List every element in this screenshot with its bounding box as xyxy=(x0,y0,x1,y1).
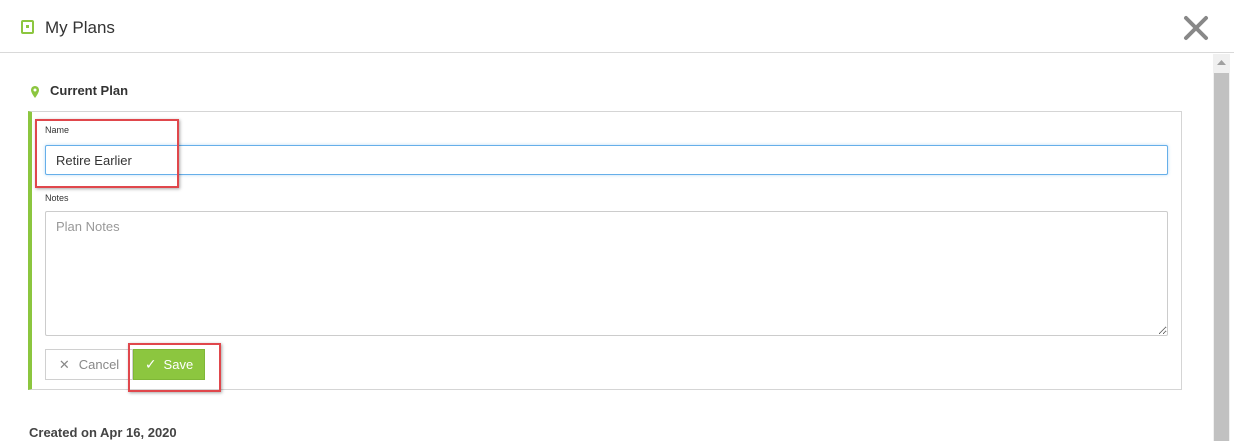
vertical-scrollbar[interactable] xyxy=(1213,54,1230,441)
save-button[interactable]: ✓ Save xyxy=(133,349,205,380)
notes-label: Notes xyxy=(45,193,69,203)
save-label: Save xyxy=(163,357,194,372)
page-title: My Plans xyxy=(45,18,115,37)
cancel-button[interactable]: ✕ Cancel xyxy=(45,349,133,380)
check-icon: ✓ xyxy=(144,356,157,372)
created-date: Created on Apr 16, 2020 xyxy=(29,425,177,440)
name-input[interactable] xyxy=(45,145,1168,175)
map-pin-icon xyxy=(31,85,39,98)
scrollbar-thumb[interactable] xyxy=(1214,73,1229,441)
modal-header: My Plans xyxy=(0,0,1234,53)
close-icon[interactable] xyxy=(1181,13,1211,43)
scroll-up-icon[interactable] xyxy=(1213,54,1230,71)
name-label: Name xyxy=(45,125,70,135)
plan-icon xyxy=(21,20,34,34)
section-header: Current Plan xyxy=(31,83,128,98)
notes-textarea[interactable] xyxy=(45,211,1168,336)
plan-edit-panel: Name Notes ✕ Cancel ✓ Save xyxy=(28,111,1182,390)
close-icon: ✕ xyxy=(58,356,70,372)
section-title: Current Plan xyxy=(50,83,129,98)
cancel-label: Cancel xyxy=(78,357,120,372)
